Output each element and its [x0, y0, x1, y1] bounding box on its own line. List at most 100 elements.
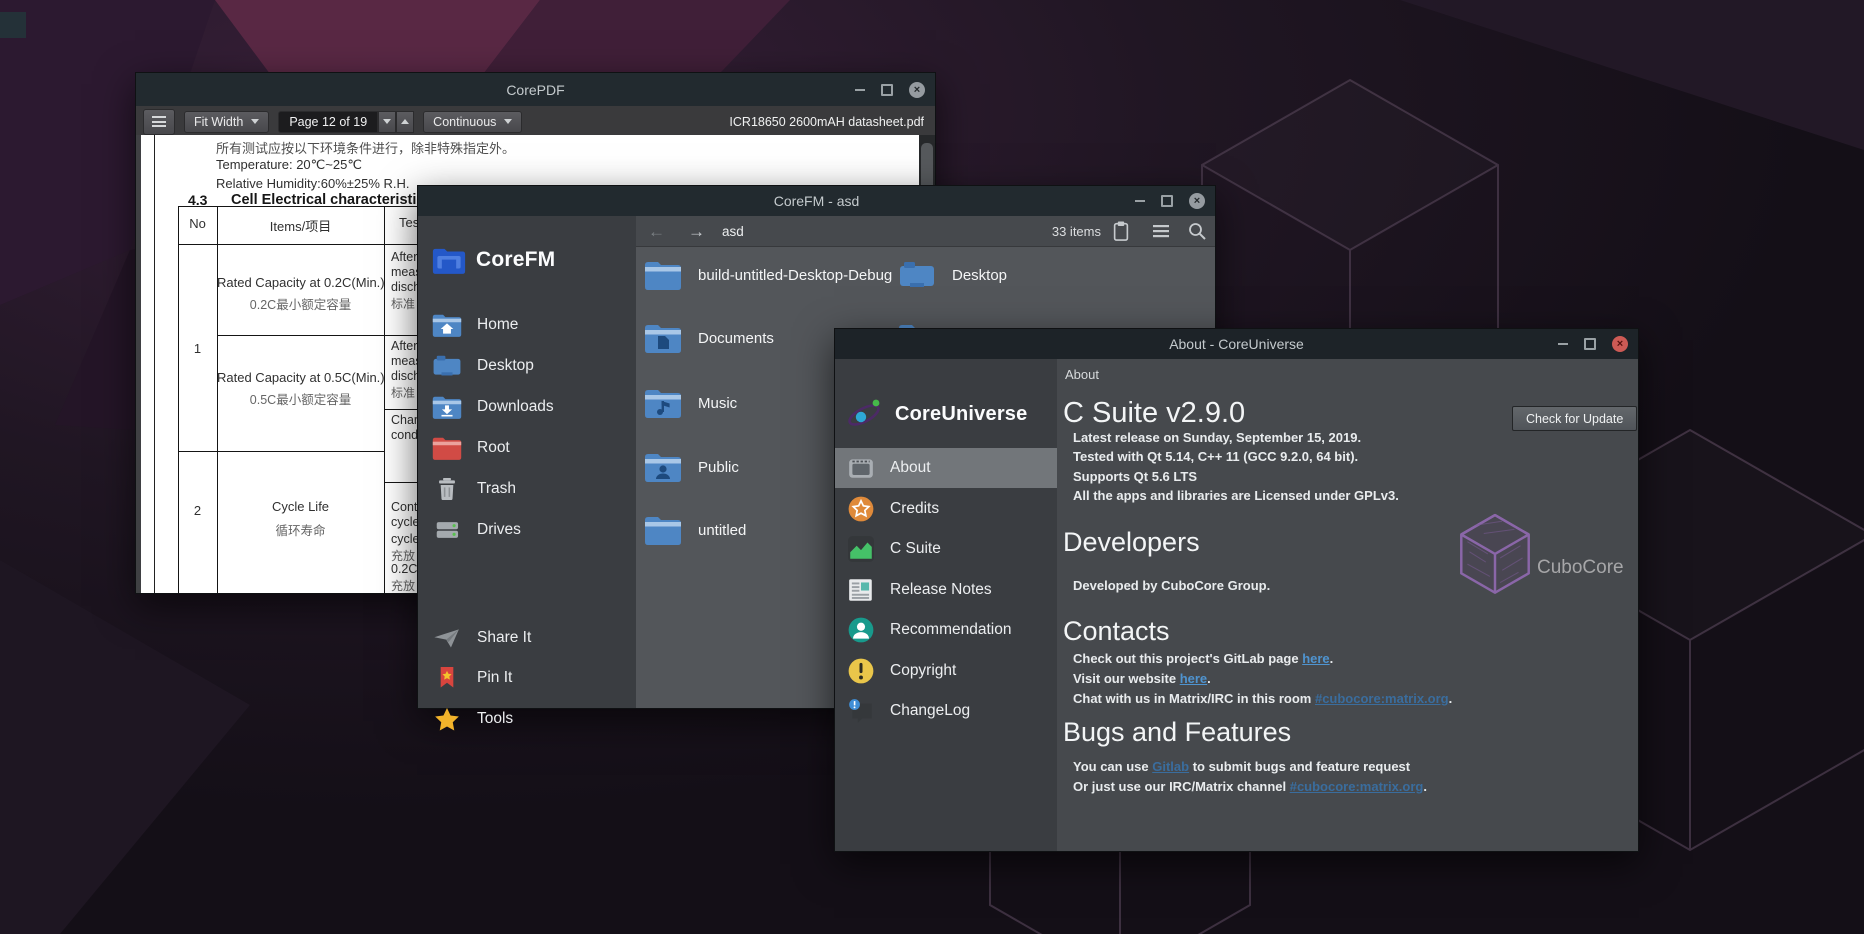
pdf-line-humidity: Relative Humidity:60%±25% R.H.: [216, 176, 410, 191]
maximize-icon[interactable]: [881, 84, 893, 96]
sidebar-item-label: Desktop: [477, 357, 534, 375]
view-mode-value: Continuous: [433, 115, 496, 129]
sidebar-item-label: Pin It: [477, 669, 512, 687]
menu-icon[interactable]: [143, 109, 175, 135]
sidebar-item-copyright[interactable]: Copyright: [835, 651, 1057, 691]
sidebar-item-trash[interactable]: Trash: [418, 469, 636, 509]
maximize-icon[interactable]: [1161, 195, 1173, 207]
td-row1b-cn: 0.5C最小额定容量: [217, 389, 384, 408]
sidebar-item-c-suite[interactable]: C Suite: [835, 529, 1057, 569]
downloads-folder-icon: [432, 395, 462, 419]
trash-icon: [432, 477, 462, 501]
bugs-line: You can use Gitlab to submit bugs and fe…: [1073, 759, 1410, 774]
tab-about: About: [1065, 367, 1099, 382]
file-item[interactable]: Public: [644, 452, 739, 482]
contact-line: Check out this project's GitLab page her…: [1073, 651, 1333, 666]
table-border: [178, 451, 384, 452]
check-for-update-button[interactable]: Check for Update: [1512, 406, 1637, 431]
page-indicator[interactable]: Page 12 of 19: [278, 111, 378, 133]
home-folder-icon: [432, 313, 462, 337]
view-menu-icon[interactable]: [1151, 216, 1171, 246]
sidebar-item-label: Drives: [477, 521, 521, 539]
sidebar-item-desktop[interactable]: Desktop: [418, 346, 636, 386]
sidebar-item-label: Share It: [477, 629, 531, 647]
sidebar-item-home[interactable]: Home: [418, 305, 636, 345]
credits-star-icon: [847, 495, 875, 523]
chevron-down-icon: [504, 119, 512, 124]
minimize-icon[interactable]: [1135, 200, 1145, 202]
corepdf-titlebar[interactable]: CorePDF ×: [136, 73, 935, 106]
minimize-icon[interactable]: [1558, 343, 1568, 345]
music-folder-icon: [644, 388, 682, 418]
sidebar-item-label: Recommendation: [890, 621, 1011, 639]
coreuniverse-titlebar[interactable]: About - CoreUniverse ×: [835, 329, 1638, 359]
sidebar-item-release-notes[interactable]: Release Notes: [835, 570, 1057, 610]
file-name: Public: [698, 459, 739, 476]
th-no: No: [178, 216, 217, 231]
sidebar-item-label: Tools: [477, 710, 513, 728]
sidebar-item-share-it[interactable]: Share It: [418, 618, 636, 658]
close-icon[interactable]: ×: [1189, 193, 1205, 209]
file-item[interactable]: build-untitled-Desktop-Debug: [644, 260, 892, 290]
sidebar-item-label: Copyright: [890, 662, 956, 680]
page-up-button[interactable]: [396, 111, 414, 133]
coreuniverse-window: About - CoreUniverse × CoreUniverse Abou…: [834, 328, 1639, 852]
file-item[interactable]: untitled: [644, 515, 746, 545]
close-icon[interactable]: ×: [909, 82, 925, 98]
pdf-line-temperature: Temperature: 20℃~25℃: [216, 157, 362, 173]
sidebar-item-tools[interactable]: Tools: [418, 699, 636, 739]
website-link[interactable]: here: [1180, 671, 1207, 686]
td-row2-en: Cycle Life: [217, 499, 384, 514]
coreuniverse-logo-icon: [845, 396, 885, 432]
file-item[interactable]: Documents: [644, 323, 774, 353]
sidebar-item-changelog[interactable]: ChangeLog: [835, 691, 1057, 731]
sidebar-item-credits[interactable]: Credits: [835, 489, 1057, 529]
sidebar-item-root[interactable]: Root: [418, 428, 636, 468]
sidebar-item-recommendation[interactable]: Recommendation: [835, 610, 1057, 650]
coreuniverse-main: About C Suite v2.9.0 Check for Update La…: [1057, 359, 1638, 851]
sidebar-item-drives[interactable]: Drives: [418, 510, 636, 550]
td-col3-frag: cycle: [391, 532, 419, 546]
gitlab-link[interactable]: Gitlab: [1152, 759, 1189, 774]
file-name: Desktop: [952, 267, 1007, 284]
fit-mode-value: Fit Width: [194, 115, 243, 129]
td-col3-frag: 标准: [391, 384, 415, 401]
view-mode-dropdown[interactable]: Continuous: [423, 111, 522, 133]
file-item[interactable]: Music: [644, 388, 737, 418]
file-name: Music: [698, 395, 737, 412]
bugs-text: to submit bugs and feature request: [1189, 759, 1410, 774]
search-icon[interactable]: [1187, 216, 1207, 246]
fit-mode-dropdown[interactable]: Fit Width: [184, 111, 269, 133]
pdf-line-conditions: 所有测试应按以下环境条件进行，除非特殊指定外。: [216, 138, 515, 157]
coreuniverse-logo: CoreUniverse: [835, 395, 1057, 433]
td-row2-no: 2: [178, 503, 217, 518]
documents-folder-icon: [644, 323, 682, 353]
td-col3-frag: disch: [391, 280, 420, 294]
minimize-icon[interactable]: [855, 89, 865, 91]
maximize-icon[interactable]: [1584, 338, 1596, 350]
contact-text: .: [1449, 691, 1453, 706]
desktop: { "corepdf": { "title": "CorePDF", "tool…: [0, 0, 1864, 934]
back-button[interactable]: ←: [648, 216, 665, 246]
contact-text: .: [1207, 671, 1211, 686]
star-icon: [432, 707, 462, 731]
table-border: [178, 206, 179, 593]
td-col3-frag: 0.2C: [391, 562, 417, 576]
matrix-room-link[interactable]: #cubocore:matrix.org: [1315, 691, 1449, 706]
exclamation-icon: [847, 657, 875, 685]
clipboard-icon[interactable]: [1111, 216, 1131, 246]
sidebar-item-about[interactable]: About: [835, 448, 1057, 488]
close-icon[interactable]: ×: [1612, 336, 1628, 352]
gitlab-page-link[interactable]: here: [1302, 651, 1329, 666]
td-col3-frag: Cont: [391, 500, 417, 514]
file-item[interactable]: Desktop: [898, 260, 1007, 290]
matrix-channel-link[interactable]: #cubocore:matrix.org: [1290, 779, 1424, 794]
sidebar-item-downloads[interactable]: Downloads: [418, 387, 636, 427]
coreuniverse-title: About - CoreUniverse: [1169, 336, 1304, 352]
contact-text: Visit our website: [1073, 671, 1180, 686]
sidebar-item-pin-it[interactable]: Pin It: [418, 658, 636, 698]
corefm-titlebar[interactable]: CoreFM - asd ×: [418, 186, 1215, 216]
contact-text: Check out this project's GitLab page: [1073, 651, 1302, 666]
page-down-button[interactable]: [378, 111, 396, 133]
forward-button[interactable]: →: [688, 216, 705, 246]
